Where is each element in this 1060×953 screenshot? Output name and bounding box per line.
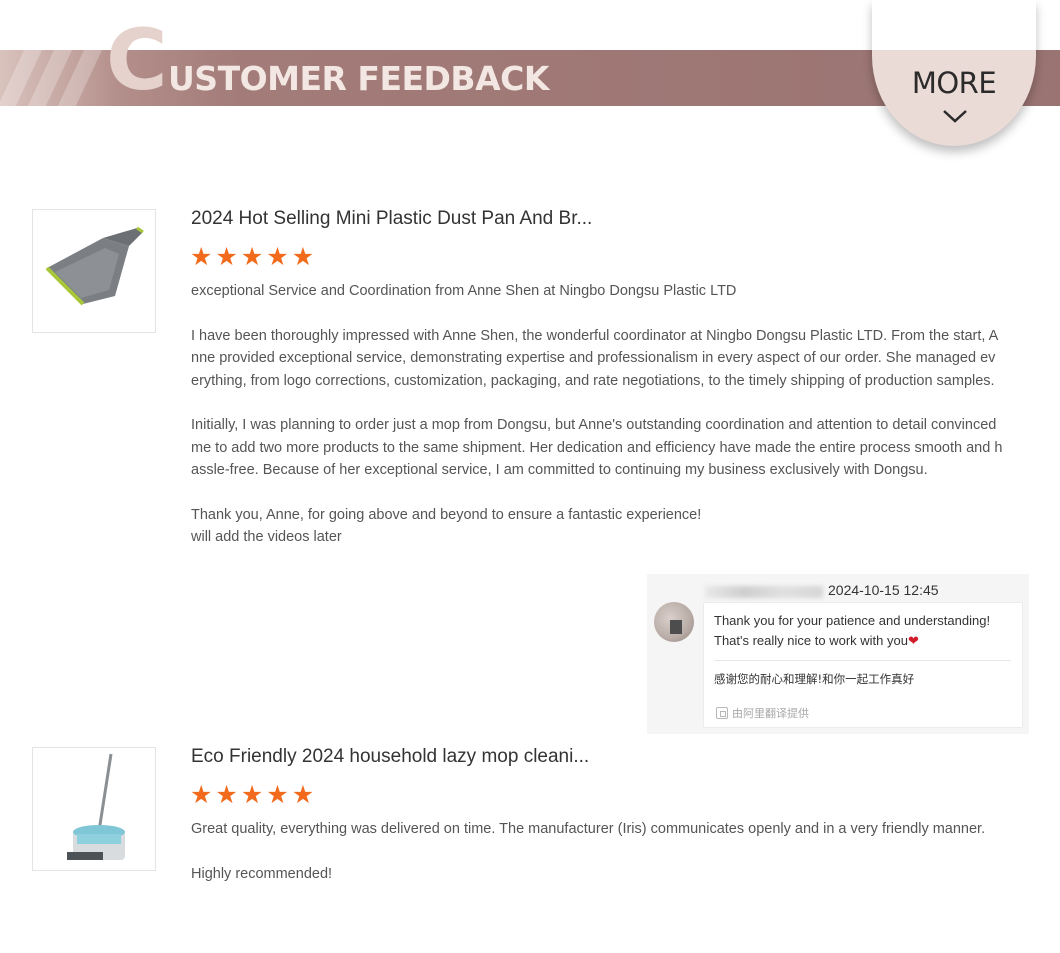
star-icon: ★ [291, 242, 315, 271]
translation-credit: 由阿里翻译提供 [716, 705, 809, 721]
spin-mop-image [67, 753, 125, 860]
more-label: MORE [911, 66, 997, 100]
star-icon: ★ [215, 780, 238, 809]
star-icon: ★ [266, 780, 289, 809]
review-paragraph: I have been thoroughly impressed with An… [191, 327, 999, 389]
translation-credit-text: 由阿里翻译提供 [732, 707, 809, 720]
star-icon: ★ [291, 780, 315, 809]
star-icon: ★ [190, 242, 213, 271]
product-thumbnail[interactable] [32, 747, 156, 871]
star-icon: ★ [190, 780, 213, 809]
product-title[interactable]: 2024 Hot Selling Mini Plastic Dust Pan A… [191, 208, 592, 230]
reply-translation: 感谢您的耐心和理解!和你一起工作真好 [714, 672, 915, 686]
heart-icon: ❤ [907, 633, 919, 648]
review-paragraph: will add the videos later [191, 529, 342, 546]
star-icon: ★ [215, 242, 238, 271]
star-rating: ★ ★ ★ ★ ★ [190, 244, 314, 269]
star-icon: ★ [240, 242, 264, 271]
star-icon: ★ [266, 242, 289, 271]
banner-title: USTOMER FEEDBACK [168, 59, 549, 98]
star-icon: ★ [240, 780, 264, 809]
chevron-down-icon [943, 110, 967, 123]
review-paragraph: Initially, I was planning to order just … [191, 417, 1003, 479]
review-body: exceptional Service and Coordination fro… [191, 280, 1003, 549]
translate-icon [716, 707, 728, 719]
reply-message: Thank you for your patience and understa… [714, 611, 1014, 651]
divider [714, 660, 1011, 661]
review-paragraph: Thank you, Anne, for going above and bey… [191, 507, 702, 524]
reply-message-line: Thank you for your patience and understa… [714, 613, 991, 628]
review-body: Great quality, everything was delivered … [191, 818, 1003, 885]
review-paragraph: Great quality, everything was delivered … [191, 821, 986, 837]
dustpan-image [45, 226, 144, 306]
reply-bubble: Thank you for your patience and understa… [703, 602, 1023, 728]
banner-big-letter: C [106, 11, 168, 109]
reply-message-line: That's really nice to work with you [714, 633, 908, 648]
product-title[interactable]: Eco Friendly 2024 household lazy mop cle… [191, 746, 589, 768]
reply-date: 2024-10-15 12:45 [828, 582, 939, 598]
seller-reply: 2024-10-15 12:45 Thank you for your pati… [647, 574, 1029, 734]
blurred-username [705, 586, 823, 598]
product-thumbnail[interactable] [32, 209, 156, 333]
review-paragraph: Highly recommended! [191, 865, 333, 882]
star-rating: ★ ★ ★ ★ ★ [190, 782, 314, 807]
more-button[interactable]: MORE [872, 0, 1036, 146]
avatar [654, 602, 694, 642]
review-headline: exceptional Service and Coordination fro… [191, 283, 737, 299]
